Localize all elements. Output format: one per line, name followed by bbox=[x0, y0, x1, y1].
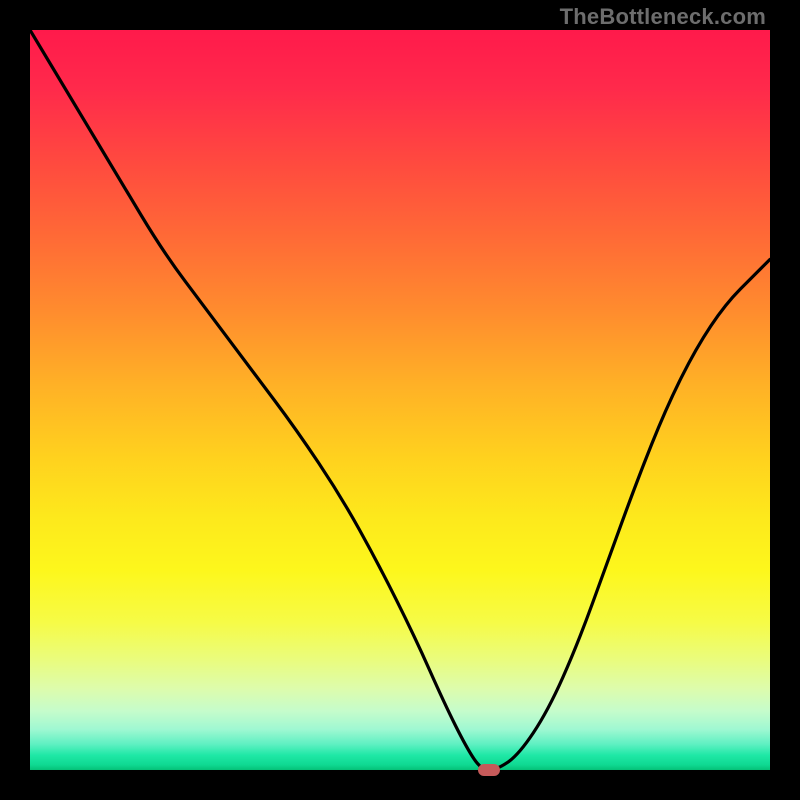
chart-frame: TheBottleneck.com bbox=[0, 0, 800, 800]
bottleneck-curve bbox=[30, 30, 770, 770]
plot-area bbox=[30, 30, 770, 770]
watermark-text: TheBottleneck.com bbox=[560, 4, 766, 30]
curve-path bbox=[30, 30, 770, 770]
optimal-marker bbox=[478, 764, 500, 776]
